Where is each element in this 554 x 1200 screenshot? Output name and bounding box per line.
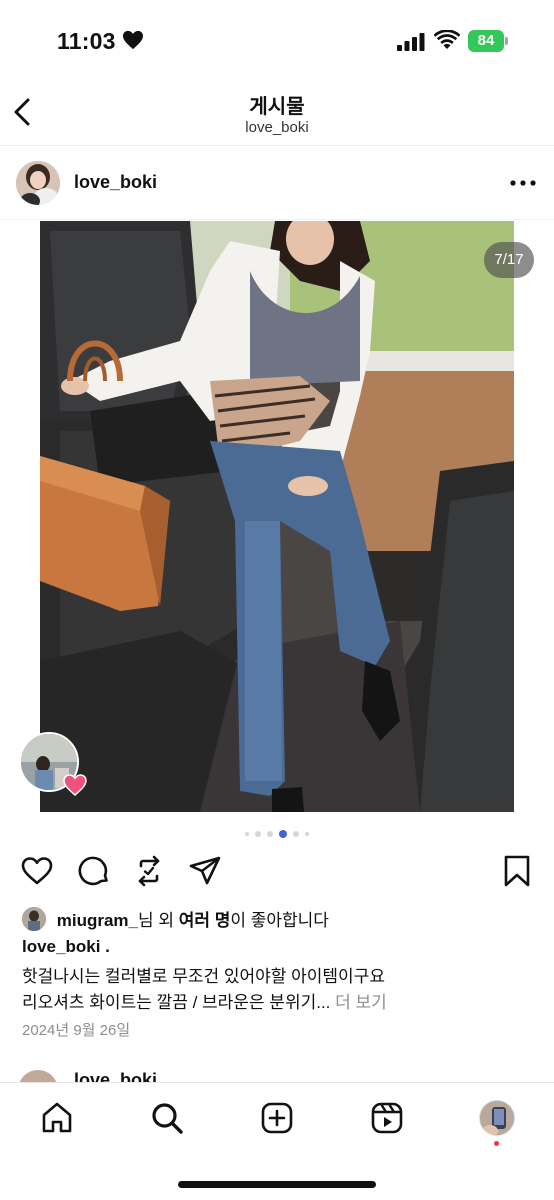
carousel-dot: [305, 832, 309, 836]
likes-summary[interactable]: miugram_님 외 여러 명이 좋아합니다: [22, 906, 329, 932]
carousel-dot: [293, 831, 299, 837]
heart-badge-icon: [63, 774, 87, 796]
battery-level: 84: [468, 30, 504, 52]
create-icon[interactable]: [260, 1101, 294, 1135]
caption-username[interactable]: love_boki .: [22, 937, 110, 957]
comment-icon[interactable]: [77, 854, 111, 888]
repost-icon[interactable]: [132, 854, 166, 888]
caption-line-text: 리오셔츠 화이트는 깔끔 / 브라운은 분위기...: [22, 993, 331, 1012]
home-icon[interactable]: [40, 1101, 74, 1135]
caption-line: 핫걸나시는 컬러별로 무조건 있어야할 아이템이구요: [22, 967, 385, 986]
notification-dot: [494, 1141, 499, 1146]
cellular-signal-icon: [397, 33, 425, 51]
tagged-user-bubble[interactable]: [19, 732, 87, 798]
avatar[interactable]: [16, 161, 60, 205]
carousel-indicator: [0, 828, 554, 838]
carousel-dot: [245, 832, 249, 836]
page-header: 게시물 love_boki: [0, 80, 554, 146]
bookmark-icon[interactable]: [500, 854, 534, 888]
likes-text-mid: 님 외: [137, 911, 179, 930]
likes-text-end: 이 좋아합니다: [230, 911, 329, 930]
liker-username[interactable]: miugram_: [57, 911, 138, 930]
status-time: 11:03: [57, 28, 116, 54]
send-icon[interactable]: [188, 854, 222, 888]
reels-icon[interactable]: [370, 1101, 404, 1135]
search-icon[interactable]: [150, 1101, 184, 1135]
profile-avatar[interactable]: [479, 1100, 515, 1136]
image-counter: 7/17: [484, 242, 534, 278]
post-date: 2024년 9월 26일: [22, 1022, 131, 1039]
heart-status-icon: [123, 30, 143, 50]
more-horizontal-icon[interactable]: [506, 172, 540, 194]
liker-avatar: [22, 906, 46, 931]
home-indicator: [178, 1181, 376, 1188]
heart-icon[interactable]: [20, 854, 54, 888]
carousel-dot-active: [279, 830, 287, 838]
post-username[interactable]: love_boki: [74, 172, 157, 193]
page-title: 게시물: [249, 96, 305, 118]
post-header: love_boki: [0, 148, 554, 220]
caption-line: 리오셔츠 화이트는 깔끔 / 브라운은 분위기... 더 보기: [22, 988, 387, 1013]
status-bar: 11:03 84: [0, 0, 554, 80]
carousel-dot: [267, 831, 273, 837]
bottom-navigation: [0, 1082, 554, 1200]
battery-indicator: 84: [468, 30, 508, 52]
wifi-icon: [434, 30, 460, 49]
post-image[interactable]: [40, 221, 514, 812]
page-subtitle: love_boki: [245, 119, 309, 136]
likes-others[interactable]: 여러 명: [179, 911, 231, 930]
battery-tip: [505, 37, 508, 45]
more-link[interactable]: 더 보기: [330, 993, 387, 1012]
carousel-dot: [255, 831, 261, 837]
